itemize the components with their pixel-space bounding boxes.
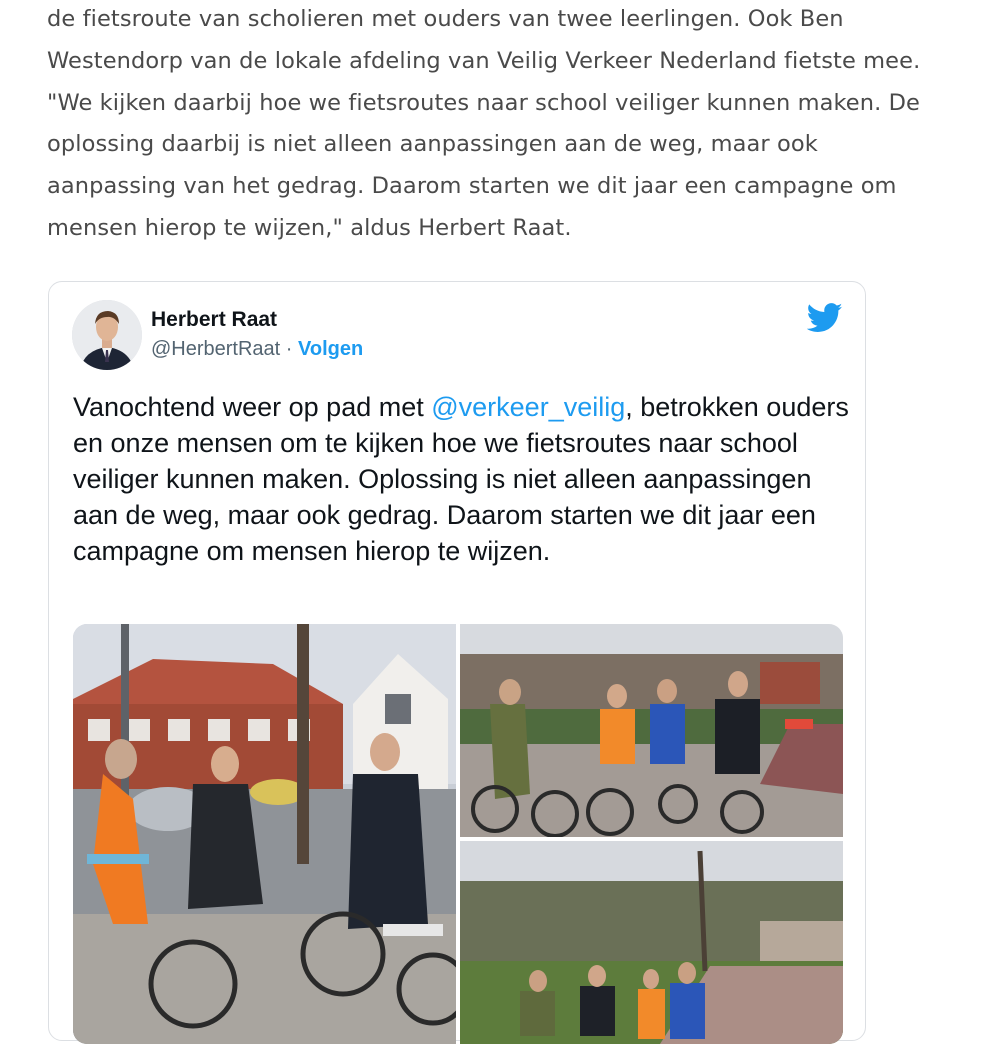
article-line: mensen hierop te wijzen," aldus Herbert … [47,214,572,241]
tweet-media-grid [73,624,843,1044]
tweet-text-part: Vanochtend weer op pad met [73,392,432,422]
tweet-handle[interactable]: @HerbertRaat [151,338,280,360]
tweet-author-name[interactable]: Herbert Raat [151,308,277,332]
twitter-bird-icon[interactable] [806,303,843,333]
separator-dot: · [280,338,299,360]
tweet-text: Vanochtend weer op pad met @verkeer_veil… [73,389,853,569]
article-body: de fietsroute van scholieren met ouders … [47,0,967,250]
tweet-photo[interactable] [460,624,843,837]
tweet-photo[interactable] [460,841,843,1044]
article-line: "We kijken daarbij hoe we fietsroutes na… [47,89,920,116]
tweet-handle-row: @HerbertRaat · Volgen [151,338,363,361]
article-line: oplossing daarbij is niet alleen aanpass… [47,131,818,158]
article-line: aanpassing van het gedrag. Daarom starte… [47,173,897,200]
article-line: de fietsroute van scholieren met ouders … [47,6,844,32]
mention-link[interactable]: @verkeer_veilig [431,392,625,422]
follow-button[interactable]: Volgen [298,338,363,360]
article-line: Westendorp van de lokale afdeling van Ve… [47,47,921,74]
tweet-photo[interactable] [73,624,456,1044]
avatar[interactable] [72,300,142,370]
embedded-tweet[interactable]: Herbert Raat @HerbertRaat · Volgen Vanoc… [48,281,866,1044]
